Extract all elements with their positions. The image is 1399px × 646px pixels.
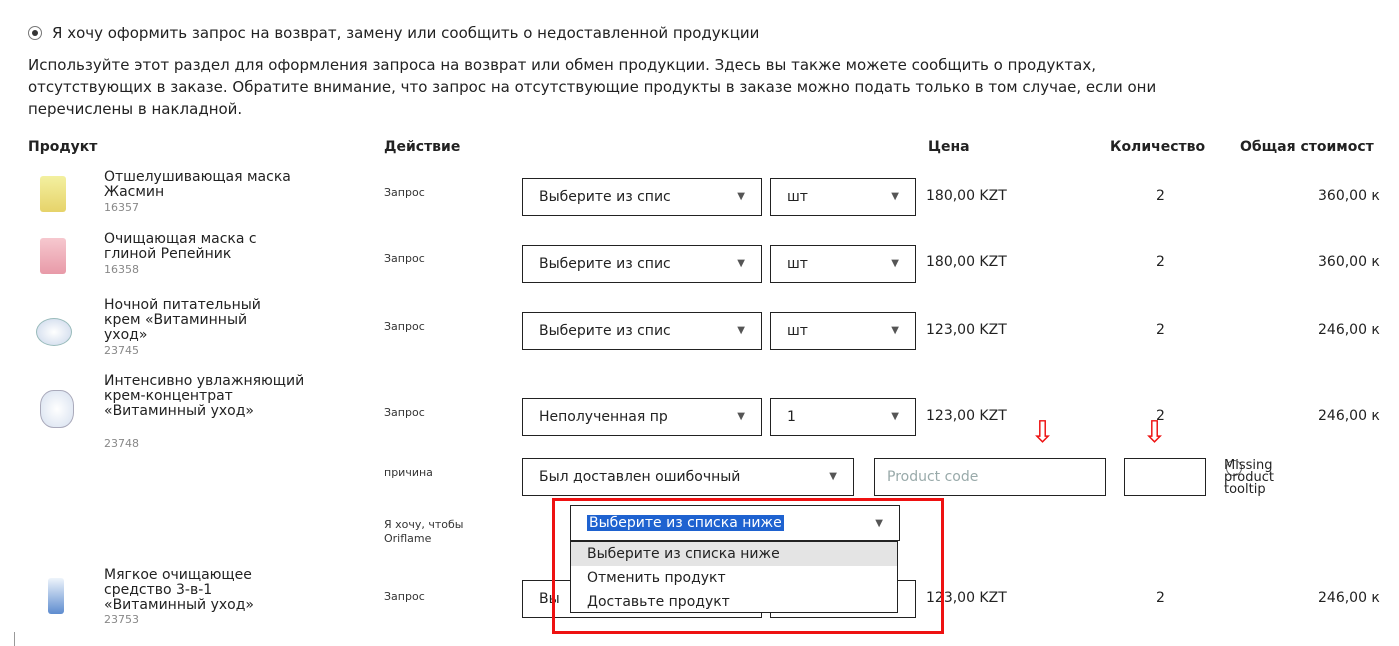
action-label: Запрос <box>384 186 425 199</box>
action-select-value: Выберите из спис <box>539 256 671 272</box>
annotation-box <box>552 498 944 634</box>
product-thumbnail <box>40 238 66 274</box>
radio-label: Я хочу оформить запрос на возврат, замен… <box>52 24 760 42</box>
price-value: 123,00 KZT <box>926 408 1007 424</box>
reason-select-value: Был доставлен ошибочный <box>539 469 741 485</box>
header-product: Продукт <box>28 139 98 155</box>
intro-line-1: Используйте этот раздел для оформления з… <box>28 56 1097 74</box>
chevron-down-icon: ▼ <box>737 258 745 269</box>
product-name: Отшелушивающая маска Жасмин <box>104 169 291 200</box>
unit-select-value: шт <box>787 256 808 272</box>
product-code: 23748 <box>104 437 139 450</box>
total-value: 246,00 к <box>1318 408 1380 424</box>
chevron-down-icon: ▼ <box>829 471 837 482</box>
price-value: 123,00 KZT <box>926 322 1007 338</box>
unit-select-value: шт <box>787 323 808 339</box>
quantity-value: 2 <box>1156 590 1165 606</box>
product-thumbnail <box>40 176 66 212</box>
action-select-value: Выберите из спис <box>539 323 671 339</box>
chevron-down-icon: ▼ <box>891 411 899 422</box>
chevron-down-icon: ▼ <box>737 325 745 336</box>
action-select[interactable]: Выберите из спис ▼ <box>522 312 762 350</box>
product-name: Очищающая маска с глиной Репейник <box>104 231 257 262</box>
product-code-placeholder: Product code <box>887 469 979 485</box>
product-code: 16358 <box>104 263 139 276</box>
chevron-down-icon: ▼ <box>891 325 899 336</box>
action-select-value: Неполученная пр <box>539 409 668 425</box>
action-select[interactable]: Неполученная пр ▼ <box>522 398 762 436</box>
arrow-down-icon: ⇩ <box>1142 415 1168 450</box>
quantity-value: 2 <box>1156 188 1165 204</box>
unit-select-value: шт <box>787 189 808 205</box>
unit-select[interactable]: шт ▼ <box>770 178 916 216</box>
price-value: 180,00 KZT <box>926 254 1007 270</box>
total-value: 246,00 к <box>1318 322 1380 338</box>
product-thumbnail <box>36 318 72 346</box>
quantity-input[interactable] <box>1124 458 1206 496</box>
chevron-down-icon: ▼ <box>737 411 745 422</box>
unit-select[interactable]: 1 ▼ <box>770 398 916 436</box>
product-name: Мягкое очищающее средство 3-в-1 «Витамин… <box>104 567 254 613</box>
chevron-down-icon: ▼ <box>737 191 745 202</box>
product-thumbnail <box>40 390 74 428</box>
quantity-value: 2 <box>1156 322 1165 338</box>
header-price: Цена <box>928 139 970 155</box>
product-code: 23753 <box>104 613 139 626</box>
action-label: Запрос <box>384 590 425 603</box>
intro-text: Используйте этот раздел для оформления з… <box>28 54 1398 120</box>
price-value: 180,00 KZT <box>926 188 1007 204</box>
intro-line-3: перечислены в накладной. <box>28 100 243 118</box>
product-name: Ночной питательный крем «Витаминный уход… <box>104 297 261 343</box>
tooltip-text: Missing product tooltip <box>1224 458 1275 497</box>
total-value: 360,00 к <box>1318 188 1380 204</box>
product-code: 16357 <box>104 201 139 214</box>
product-thumbnail <box>48 578 64 614</box>
header-quantity: Количество <box>1110 139 1206 155</box>
action-label: Запрос <box>384 252 425 265</box>
reason-select[interactable]: Был доставлен ошибочный ▼ <box>522 458 854 496</box>
unit-select[interactable]: шт ▼ <box>770 312 916 350</box>
want-label: Я хочу, чтобы Oriflame <box>384 518 464 545</box>
action-select[interactable]: Выберите из спис ▼ <box>522 178 762 216</box>
arrow-down-icon: ⇩ <box>1030 415 1056 450</box>
product-code-input[interactable]: Product code <box>874 458 1106 496</box>
reason-label: причина <box>384 466 433 479</box>
header-action: Действие <box>384 139 461 155</box>
header-total: Общая стоимост <box>1240 139 1374 155</box>
divider <box>14 632 15 646</box>
intro-line-2: отсутствующих в заказе. Обратите внимани… <box>28 78 1157 96</box>
action-label: Запрос <box>384 406 425 419</box>
radio-selected-icon[interactable] <box>28 26 42 40</box>
total-value: 246,00 к <box>1318 590 1380 606</box>
chevron-down-icon: ▼ <box>891 258 899 269</box>
chevron-down-icon: ▼ <box>891 191 899 202</box>
action-select-value: Выберите из спис <box>539 189 671 205</box>
action-select[interactable]: Выберите из спис ▼ <box>522 245 762 283</box>
unit-select-value: 1 <box>787 409 796 425</box>
total-value: 360,00 к <box>1318 254 1380 270</box>
product-name: Интенсивно увлажняющий крем-концентрат «… <box>104 373 305 419</box>
quantity-value: 2 <box>1156 254 1165 270</box>
return-request-radio[interactable]: Я хочу оформить запрос на возврат, замен… <box>28 24 759 42</box>
action-label: Запрос <box>384 320 425 333</box>
unit-select[interactable]: шт ▼ <box>770 245 916 283</box>
product-code: 23745 <box>104 344 139 357</box>
